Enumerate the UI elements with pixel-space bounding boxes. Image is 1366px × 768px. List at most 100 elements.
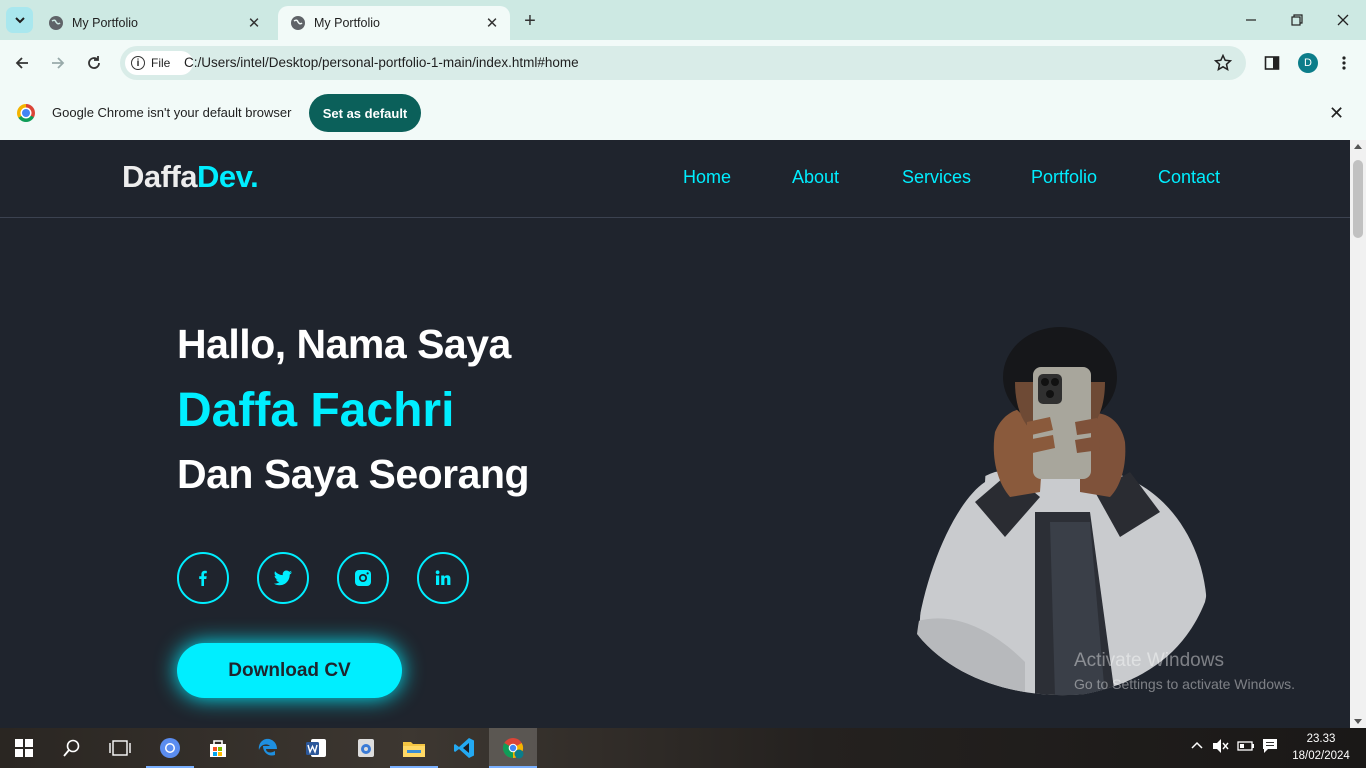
profile-avatar[interactable]: D xyxy=(1298,53,1318,73)
vertical-scrollbar[interactable] xyxy=(1350,140,1366,728)
nav-portfolio[interactable]: Portfolio xyxy=(1031,167,1097,188)
hero-greeting: Hallo, Nama Saya xyxy=(177,321,511,367)
instagram-link[interactable] xyxy=(337,552,389,604)
battery-icon xyxy=(1237,741,1254,751)
word-icon xyxy=(306,739,326,757)
tab-strip: My Portfolio ✕ My Portfolio ✕ + xyxy=(0,0,1366,40)
new-tab-button[interactable]: + xyxy=(518,9,542,33)
site-info-chip[interactable]: i File xyxy=(125,51,193,75)
show-hidden-icons[interactable] xyxy=(1190,738,1204,755)
close-window-button[interactable] xyxy=(1320,0,1366,40)
minimize-button[interactable] xyxy=(1228,0,1274,40)
nav-contact[interactable]: Contact xyxy=(1158,167,1220,188)
chrome-logo-icon xyxy=(17,104,35,122)
chrome-icon xyxy=(502,738,524,759)
arrow-left-icon xyxy=(15,57,28,69)
scroll-up-arrow-icon[interactable] xyxy=(1354,144,1362,149)
set-as-default-button[interactable]: Set as default xyxy=(309,94,421,132)
volume-muted-icon xyxy=(1213,739,1229,753)
download-cv-button[interactable]: Download CV xyxy=(177,643,402,698)
close-tab-icon[interactable]: ✕ xyxy=(480,11,504,35)
chevron-down-icon xyxy=(14,17,25,24)
taskbar-chromium[interactable] xyxy=(146,728,194,768)
browser-tab-active[interactable]: My Portfolio ✕ xyxy=(278,6,510,40)
linkedin-icon xyxy=(435,570,451,585)
notification-icon xyxy=(1263,739,1277,753)
globe-icon xyxy=(291,16,305,30)
url-text[interactable]: C:/Users/intel/Desktop/personal-portfoli… xyxy=(184,55,579,70)
start-icon xyxy=(15,739,33,757)
profile-photo xyxy=(917,327,1207,696)
menu-button[interactable] xyxy=(1334,53,1354,73)
facebook-icon xyxy=(199,570,207,586)
taskbar-edge[interactable] xyxy=(244,728,292,768)
taskbar-word[interactable] xyxy=(292,728,340,768)
browser-tab[interactable]: My Portfolio ✕ xyxy=(36,6,272,40)
site-header: DaffaDev. Home About Services Portfolio … xyxy=(0,140,1350,218)
chromium-icon xyxy=(160,738,180,758)
windows-taskbar: 23.33 18/02/2024 xyxy=(0,728,1366,768)
scrollbar-thumb[interactable] xyxy=(1353,160,1363,238)
infobar-message: Google Chrome isn't your default browser xyxy=(52,105,292,120)
kebab-menu-icon xyxy=(1342,56,1346,70)
clock-time: 23.33 xyxy=(1306,733,1336,745)
scheme-label: File xyxy=(151,56,171,70)
taskbar-file-explorer[interactable] xyxy=(390,728,438,768)
search-icon xyxy=(63,739,80,757)
close-tab-icon[interactable]: ✕ xyxy=(242,11,266,35)
close-icon xyxy=(1337,14,1349,26)
tab-search-button[interactable] xyxy=(6,7,33,33)
nav-services[interactable]: Services xyxy=(902,167,971,188)
taskbar-chrome[interactable] xyxy=(489,728,537,768)
scroll-down-arrow-icon[interactable] xyxy=(1354,719,1362,724)
app-icon xyxy=(358,739,374,757)
instagram-icon xyxy=(355,570,371,586)
close-icon[interactable]: ✕ xyxy=(1329,103,1344,124)
task-view-button[interactable] xyxy=(96,728,144,768)
taskbar-clock[interactable]: 23.33 18/02/2024 xyxy=(1290,731,1352,765)
twitter-link[interactable] xyxy=(257,552,309,604)
store-icon xyxy=(210,740,226,757)
taskbar-vscode[interactable] xyxy=(440,728,488,768)
logo-main-text: Daffa xyxy=(122,159,198,194)
default-browser-infobar: Google Chrome isn't your default browser… xyxy=(0,86,1366,141)
address-bar[interactable]: i File C:/Users/intel/Desktop/personal-p… xyxy=(120,46,1246,80)
reload-button[interactable] xyxy=(80,49,108,77)
side-panel-icon xyxy=(1264,56,1280,70)
activate-windows-watermark: Activate Windows Go to Settings to activ… xyxy=(1074,650,1295,692)
taskbar-app[interactable] xyxy=(342,728,390,768)
web-page: DaffaDev. Home About Services Portfolio … xyxy=(0,140,1350,728)
volume-button[interactable] xyxy=(1212,738,1230,757)
side-panel-button[interactable] xyxy=(1262,53,1282,73)
linkedin-link[interactable] xyxy=(417,552,469,604)
forward-button[interactable] xyxy=(44,49,72,77)
back-button[interactable] xyxy=(8,49,36,77)
site-logo[interactable]: DaffaDev. xyxy=(122,159,259,195)
watermark-title: Activate Windows xyxy=(1074,650,1224,671)
restore-button[interactable] xyxy=(1274,0,1320,40)
search-button[interactable] xyxy=(48,728,96,768)
hero-name: Daffa Fachri xyxy=(177,384,455,437)
battery-button[interactable] xyxy=(1237,738,1255,755)
tab-title: My Portfolio xyxy=(72,16,138,30)
edge-icon xyxy=(258,738,277,756)
notifications-button[interactable] xyxy=(1262,738,1278,757)
hero-subtitle: Dan Saya Seorang xyxy=(177,451,530,497)
facebook-link[interactable] xyxy=(177,552,229,604)
chevron-up-icon xyxy=(1191,741,1203,749)
arrow-right-icon xyxy=(52,57,65,69)
browser-toolbar: i File C:/Users/intel/Desktop/personal-p… xyxy=(0,40,1366,86)
task-view-icon xyxy=(109,740,131,756)
info-icon: i xyxy=(131,56,145,70)
file-explorer-icon xyxy=(403,742,425,757)
watermark-subtitle: Go to Settings to activate Windows. xyxy=(1074,676,1295,692)
nav-home[interactable]: Home xyxy=(683,167,731,188)
taskbar-store[interactable] xyxy=(194,728,242,768)
start-button[interactable] xyxy=(0,728,48,768)
restore-icon xyxy=(1291,14,1303,26)
logo-accent-text: Dev. xyxy=(197,159,259,194)
twitter-icon xyxy=(274,570,292,586)
nav-about[interactable]: About xyxy=(792,167,839,188)
bookmark-star-icon[interactable] xyxy=(1214,54,1232,72)
tab-title: My Portfolio xyxy=(314,16,380,30)
